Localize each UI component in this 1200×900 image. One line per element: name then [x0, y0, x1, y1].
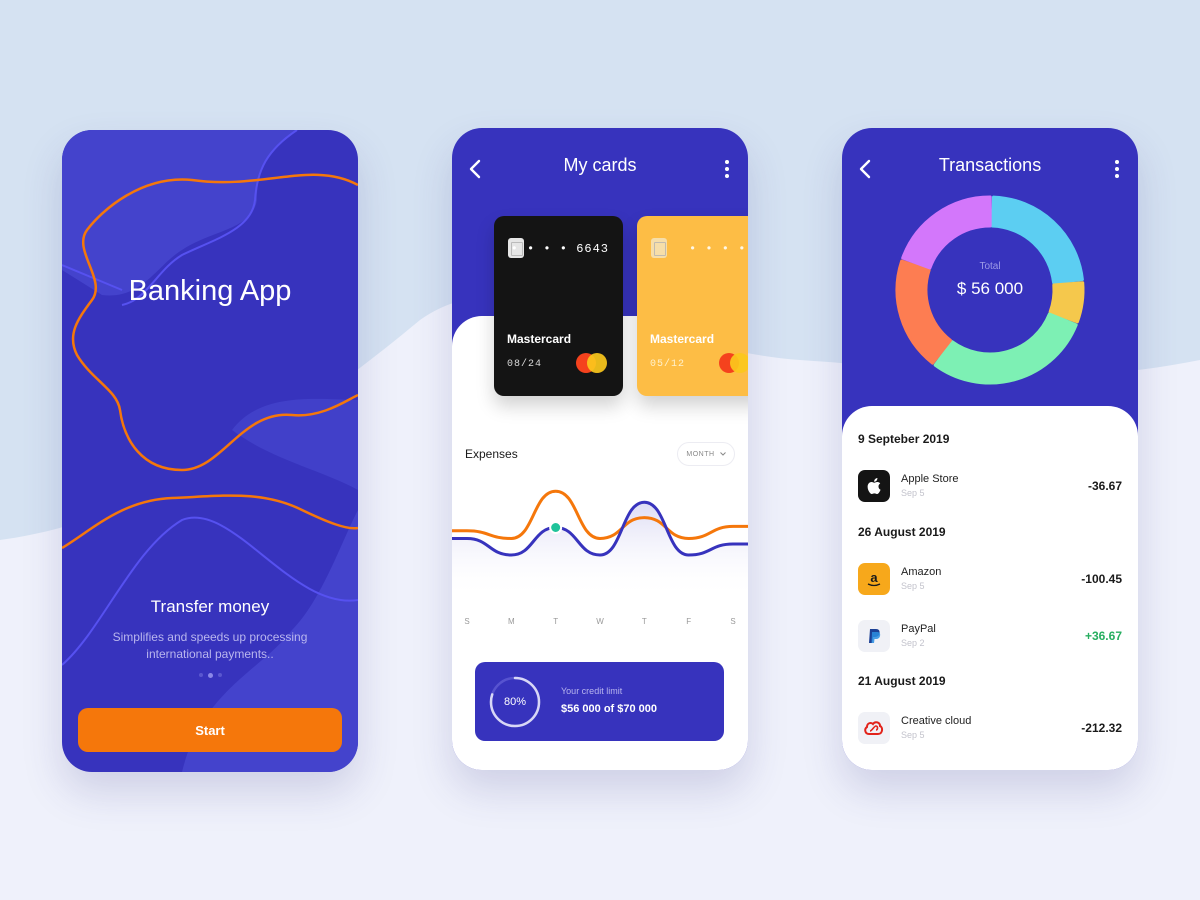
x-tick-label: T	[641, 617, 647, 626]
page-title: My cards	[563, 155, 637, 175]
x-tick-label: F	[686, 617, 692, 626]
date-header: 26 August 2019	[858, 525, 946, 539]
page-indicator[interactable]	[62, 672, 358, 678]
card-number: • • • • 3201	[689, 242, 748, 256]
svg-text:a: a	[870, 570, 878, 585]
app-title: Banking App	[128, 275, 292, 307]
donut-total-value: $ 56 000	[956, 279, 1024, 298]
onboarding-description: Simplifies and speeds up processing inte…	[112, 630, 308, 661]
page-dot[interactable]	[198, 673, 203, 677]
transaction-amount: -212.32	[1081, 721, 1122, 735]
more-vertical-icon[interactable]	[724, 160, 730, 178]
date-header: 21 August 2019	[858, 674, 946, 688]
apple-icon	[858, 470, 890, 502]
my-cards-screen: My cards • • • • 6643 Mastercard 08/24 •…	[452, 128, 748, 770]
period-value: MONTH	[686, 450, 715, 458]
transaction-row[interactable]: PayPal Sep 2 +36.67	[858, 620, 1122, 654]
page-title: Transactions	[938, 155, 1042, 175]
header: My cards	[452, 128, 748, 208]
mastercard-logo-icon	[576, 353, 610, 373]
onboarding-screen: Banking App Transfer money Simplifies an…	[62, 130, 358, 772]
transaction-row[interactable]: Apple Store Sep 5 -36.67	[858, 470, 1122, 504]
transaction-amount: +36.67	[1084, 629, 1122, 643]
transaction-date: Sep 5	[901, 730, 925, 740]
transaction-row[interactable]: a Amazon Sep 5 -100.45	[858, 563, 1122, 597]
merchant-name: Creative cloud	[901, 715, 972, 727]
donut-total-label: Total	[979, 261, 1001, 272]
period-dropdown[interactable]: MONTH	[677, 442, 735, 466]
credit-value: $56 000 of $70 000	[561, 703, 658, 715]
card-expiry: 08/24	[507, 359, 543, 370]
page-dot-active[interactable]	[207, 672, 213, 678]
merchant-name: Apple Store	[901, 473, 959, 485]
transaction-amount: -36.67	[1087, 479, 1122, 493]
transaction-date: Sep 5	[901, 581, 925, 591]
chip-icon	[651, 238, 667, 258]
date-header: 9 Septeber 2019	[858, 432, 950, 446]
x-tick-label: M	[507, 617, 515, 626]
donut-slice-4[interactable]	[895, 259, 952, 365]
x-tick-label: S	[464, 617, 470, 626]
merchant-name: PayPal	[901, 623, 936, 635]
mastercard-logo-icon	[719, 353, 748, 373]
expenses-chart	[452, 489, 748, 598]
card-brand: Mastercard	[650, 332, 715, 346]
x-tick-label: S	[730, 617, 736, 626]
chevron-down-icon	[719, 452, 726, 456]
creative-cloud-icon	[858, 712, 890, 744]
credit-label: Your credit limit	[561, 686, 623, 696]
x-tick-label: T	[553, 617, 559, 626]
transaction-amount: -100.45	[1081, 572, 1122, 586]
series-line-orange	[452, 489, 748, 541]
paypal-icon	[858, 620, 890, 652]
transaction-date: Sep 5	[901, 488, 925, 498]
highlight-point[interactable]	[549, 521, 563, 534]
expenses-label: Expenses	[465, 447, 518, 461]
merchant-name: Amazon	[901, 566, 942, 578]
amazon-icon: a	[858, 563, 890, 595]
card-mastercard-6643[interactable]: • • • • 6643 Mastercard 08/24	[494, 216, 623, 396]
donut-slice-5[interactable]	[901, 195, 992, 270]
donut-slice-3[interactable]	[933, 312, 1078, 385]
page-dot[interactable]	[217, 673, 222, 677]
credit-limit-card[interactable]: 80% Your credit limit $56 000 of $70 000	[475, 662, 724, 741]
onboarding-subtitle: Transfer money	[150, 597, 270, 616]
transactions-list: 9 Septeber 2019 Apple Store Sep 5 -36.67…	[842, 406, 1138, 770]
card-number: • • • • 6643	[510, 242, 609, 256]
credit-percent: 80%	[503, 696, 527, 708]
card-expiry: 05/12	[650, 359, 686, 370]
transaction-date: Sep 2	[901, 638, 925, 648]
card-brand: Mastercard	[507, 332, 572, 346]
start-button[interactable]: Start	[78, 708, 342, 752]
transaction-row[interactable]: Creative cloud Sep 5 -212.32	[858, 712, 1122, 746]
x-tick-label: W	[596, 617, 604, 626]
card-mastercard-3201[interactable]: • • • • 3201 Mastercard 05/12	[637, 216, 748, 396]
transactions-screen: Transactions Total $ 56 000 9 Septeber 2…	[842, 128, 1138, 770]
more-vertical-icon[interactable]	[1114, 160, 1120, 178]
series-line-blue	[452, 500, 748, 557]
